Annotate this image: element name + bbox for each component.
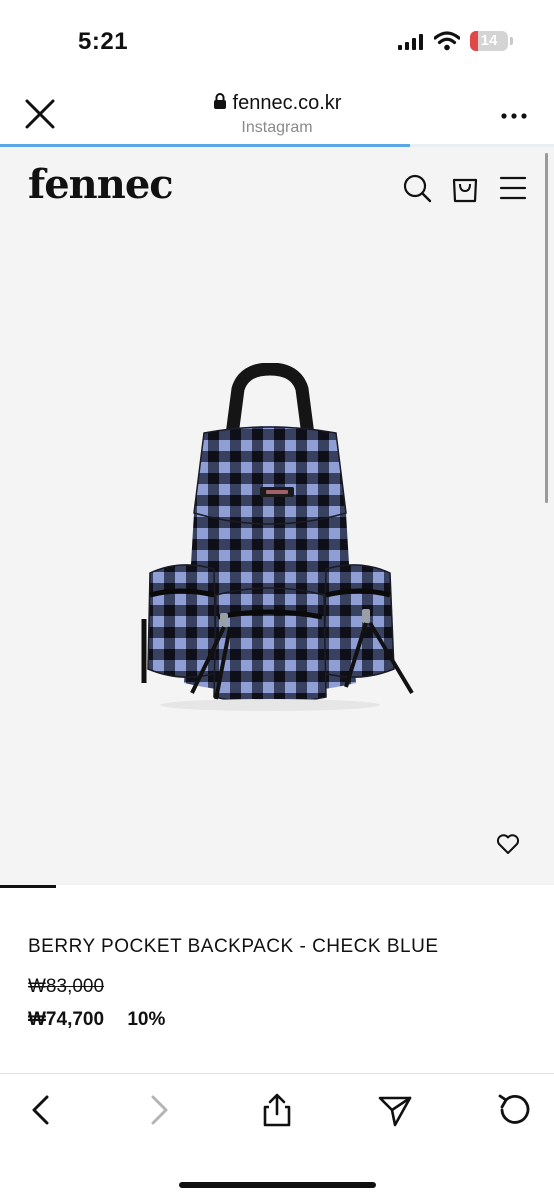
reload-button[interactable] — [496, 1092, 532, 1128]
web-content: fennec BERRY POCKET BACKPACK - CHECK BLU… — [0, 147, 554, 1073]
back-button[interactable] — [24, 1092, 60, 1128]
send-icon — [378, 1096, 412, 1127]
product-image[interactable] — [120, 363, 430, 723]
back-icon — [32, 1095, 49, 1125]
search-icon — [403, 174, 432, 203]
cart-button[interactable] — [451, 173, 481, 203]
browser-header: fennec.co.kr Instagram — [0, 80, 554, 146]
product-gallery[interactable]: fennec — [0, 147, 554, 885]
more-icon — [501, 113, 527, 119]
reload-icon — [498, 1094, 530, 1124]
lock-icon — [213, 92, 227, 115]
sale-price: ₩74,700 — [28, 1009, 105, 1030]
share-icon — [263, 1093, 291, 1127]
search-button[interactable] — [402, 173, 432, 203]
shopping-bag-icon — [452, 178, 478, 203]
close-icon — [25, 99, 55, 129]
status-time: 5:21 — [78, 28, 129, 55]
site-logo[interactable]: fennec — [28, 161, 174, 208]
gallery-indicator-active — [0, 885, 56, 888]
browser-toolbar — [0, 1073, 554, 1200]
gallery-indicator — [0, 885, 554, 889]
home-indicator[interactable] — [179, 1182, 376, 1188]
menu-icon — [499, 176, 527, 200]
address-bar[interactable]: fennec.co.kr Instagram — [150, 92, 404, 137]
status-bar: 5:21 14 — [0, 0, 554, 80]
battery-icon: 14 — [470, 31, 508, 51]
close-button[interactable] — [22, 96, 58, 132]
product-name: BERRY POCKET BACKPACK - CHECK BLUE — [28, 936, 439, 957]
more-button[interactable] — [500, 108, 528, 119]
forward-button[interactable] — [140, 1092, 176, 1128]
original-price: ₩83,000 — [28, 976, 105, 997]
page-scrollbar[interactable] — [545, 153, 548, 503]
discount-rate: 10% — [127, 1009, 166, 1030]
url-text: fennec.co.kr — [232, 92, 342, 114]
source-label: Instagram — [241, 119, 313, 136]
send-button[interactable] — [377, 1092, 413, 1128]
price-row: ₩74,700 10% — [28, 1009, 165, 1031]
share-button[interactable] — [259, 1092, 295, 1128]
forward-icon — [151, 1095, 168, 1125]
wifi-icon — [433, 31, 461, 56]
menu-button[interactable] — [499, 173, 529, 203]
heart-icon — [496, 834, 520, 854]
wishlist-button[interactable] — [496, 833, 522, 857]
cellular-signal-icon — [398, 34, 424, 55]
battery-level: 14 — [480, 32, 498, 49]
